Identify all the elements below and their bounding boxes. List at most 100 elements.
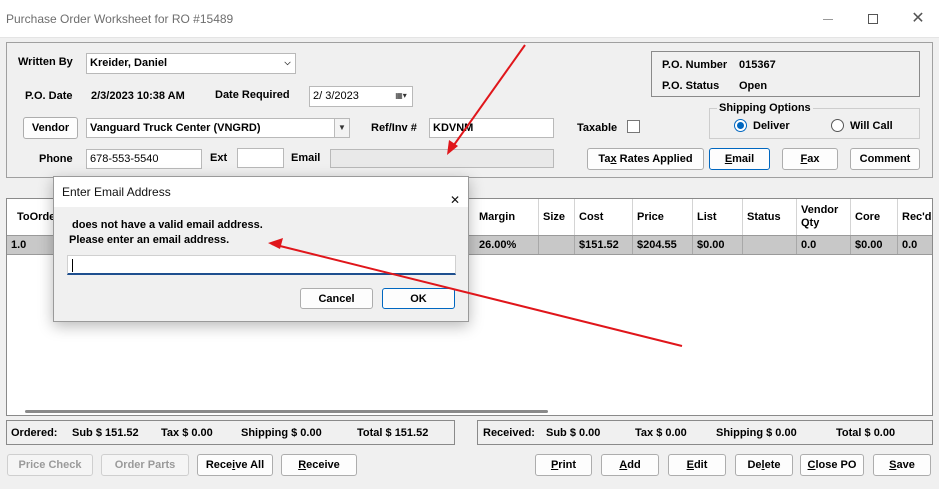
col-size[interactable]: Size (539, 199, 575, 235)
col-vendor-qty-line2: Qty (801, 217, 820, 229)
tax-rates-applied-button[interactable]: Tax Rates Applied (587, 148, 704, 170)
fax-button-rest: ax (807, 153, 820, 165)
horizontal-scrollbar[interactable] (25, 410, 548, 413)
email-input[interactable] (330, 149, 554, 168)
vendor-dropdown[interactable]: Vanguard Truck Center (VNGRD) ▼ (86, 118, 350, 138)
po-status-value: Open (739, 80, 768, 92)
will-call-radio[interactable] (831, 119, 844, 132)
email-label: Email (291, 152, 321, 164)
ok-button[interactable]: OK (382, 288, 455, 309)
cancel-button[interactable]: Cancel (300, 288, 373, 309)
col-margin[interactable]: Margin (475, 199, 539, 235)
receive-key: R (298, 459, 307, 471)
cell-margin: 26.00% (475, 236, 539, 254)
received-sub: Sub $ 0.00 (546, 427, 601, 439)
written-by-dropdown[interactable]: Kreider, Daniel ⌵ (86, 53, 296, 74)
print-rest: rint (558, 459, 577, 471)
edit-key: E (686, 459, 694, 471)
refinv-label: Ref/Inv # (371, 122, 417, 134)
add-button[interactable]: Add (601, 454, 659, 476)
close-icon: ✕ (911, 10, 925, 27)
col-price[interactable]: Price (633, 199, 693, 235)
refinv-input[interactable]: KDVNM (429, 118, 554, 138)
email-address-input[interactable] (67, 255, 456, 275)
receive-all-b: ve All (235, 459, 265, 471)
cell-size (539, 236, 575, 254)
tax-rates-label-a: Ta (598, 153, 611, 165)
taxable-checkbox[interactable] (627, 120, 640, 133)
ordered-sub: Sub $ 151.52 (72, 427, 139, 439)
receive-rest: eceive (306, 459, 340, 471)
edit-rest: dit (693, 459, 708, 471)
shipping-options-label: Shipping Options (717, 102, 813, 114)
minimize-button[interactable] (813, 8, 843, 30)
maximize-icon (868, 14, 878, 24)
delete-b: ete (764, 459, 781, 471)
print-button[interactable]: Print (535, 454, 592, 476)
col-recd[interactable]: Rec'd (898, 199, 932, 235)
order-parts-button[interactable]: Order Parts (101, 454, 189, 476)
col-list[interactable]: List (693, 199, 743, 235)
fax-button[interactable]: Fax (782, 148, 838, 170)
written-by-label: Written By (18, 56, 73, 68)
window-title: Purchase Order Worksheet for RO #15489 (6, 12, 234, 26)
po-status-label: P.O. Status (662, 80, 720, 92)
dialog-message-line2: Please enter an email address. (69, 234, 230, 246)
vendor-value: Vanguard Truck Center (VNGRD) (90, 122, 261, 134)
po-header-panel: Written By Kreider, Daniel ⌵ P.O. Date 2… (6, 42, 933, 178)
tax-rates-label-b: Rates Applied (616, 153, 693, 165)
maximize-button[interactable] (858, 8, 888, 30)
price-check-button[interactable]: Price Check (7, 454, 93, 476)
received-total: Total $ 0.00 (836, 427, 896, 439)
chevron-down-icon: ⌵ (284, 58, 291, 67)
ordered-total: Total $ 151.52 (357, 427, 429, 439)
po-date-label: P.O. Date (25, 90, 73, 102)
deliver-radio[interactable] (734, 119, 747, 132)
deliver-label: Deliver (753, 120, 790, 132)
po-date-value: 2/3/2023 10:38 AM (91, 90, 185, 102)
email-button[interactable]: Email (709, 148, 770, 170)
phone-value: 678-553-5540 (90, 153, 159, 165)
col-vendor-qty-line1: Vendor (801, 204, 839, 216)
po-info-box: P.O. Number 015367 P.O. Status Open (651, 51, 920, 97)
date-required-value: 2/ 3/2023 (313, 90, 359, 102)
close-po-button[interactable]: Close PO (800, 454, 864, 476)
receive-all-a: Rece (205, 459, 233, 471)
col-status[interactable]: Status (743, 199, 797, 235)
received-label: Received: (483, 427, 535, 439)
col-core[interactable]: Core (851, 199, 898, 235)
cell-core: $0.00 (851, 236, 898, 254)
date-required-label: Date Required (215, 89, 290, 101)
receive-all-button[interactable]: Receive All (197, 454, 273, 476)
delete-button[interactable]: Delete (735, 454, 793, 476)
dropdown-arrow-icon: ▼ (334, 119, 349, 137)
close-po-rest: lose PO (815, 459, 857, 471)
minimize-icon (823, 19, 833, 20)
enter-email-dialog: Enter Email Address ✕ does not have a va… (53, 176, 469, 322)
ext-label: Ext (210, 152, 228, 164)
received-totals: Received: Sub $ 0.00 Tax $ 0.00 Shipping… (477, 420, 933, 445)
col-vendor-qty[interactable]: Vendor Qty (797, 199, 851, 235)
written-by-value: Kreider, Daniel (90, 57, 168, 69)
dialog-close-button[interactable]: ✕ (442, 181, 464, 207)
phone-input[interactable]: 678-553-5540 (86, 149, 202, 169)
vendor-button[interactable]: Vendor (23, 117, 78, 139)
date-required-picker[interactable]: 2/ 3/2023 ▦▾ (309, 86, 413, 107)
save-rest: ave (896, 459, 915, 471)
calendar-icon[interactable]: ▦▾ (390, 87, 412, 106)
edit-button[interactable]: Edit (668, 454, 726, 476)
phone-label: Phone (39, 153, 73, 165)
save-button[interactable]: Save (873, 454, 931, 476)
delete-a: De (747, 459, 762, 471)
ext-input[interactable] (237, 148, 284, 168)
window-titlebar: Purchase Order Worksheet for RO #15489 ✕ (0, 0, 939, 38)
comment-button[interactable]: Comment (850, 148, 920, 170)
cell-cost: $151.52 (575, 236, 633, 254)
cell-price: $204.55 (633, 236, 693, 254)
cell-list: $0.00 (693, 236, 743, 254)
col-cost[interactable]: Cost (575, 199, 633, 235)
receive-button[interactable]: Receive (281, 454, 357, 476)
ordered-label: Ordered: (11, 427, 58, 439)
received-shipping: Shipping $ 0.00 (716, 427, 797, 439)
close-window-button[interactable]: ✕ (903, 8, 933, 30)
